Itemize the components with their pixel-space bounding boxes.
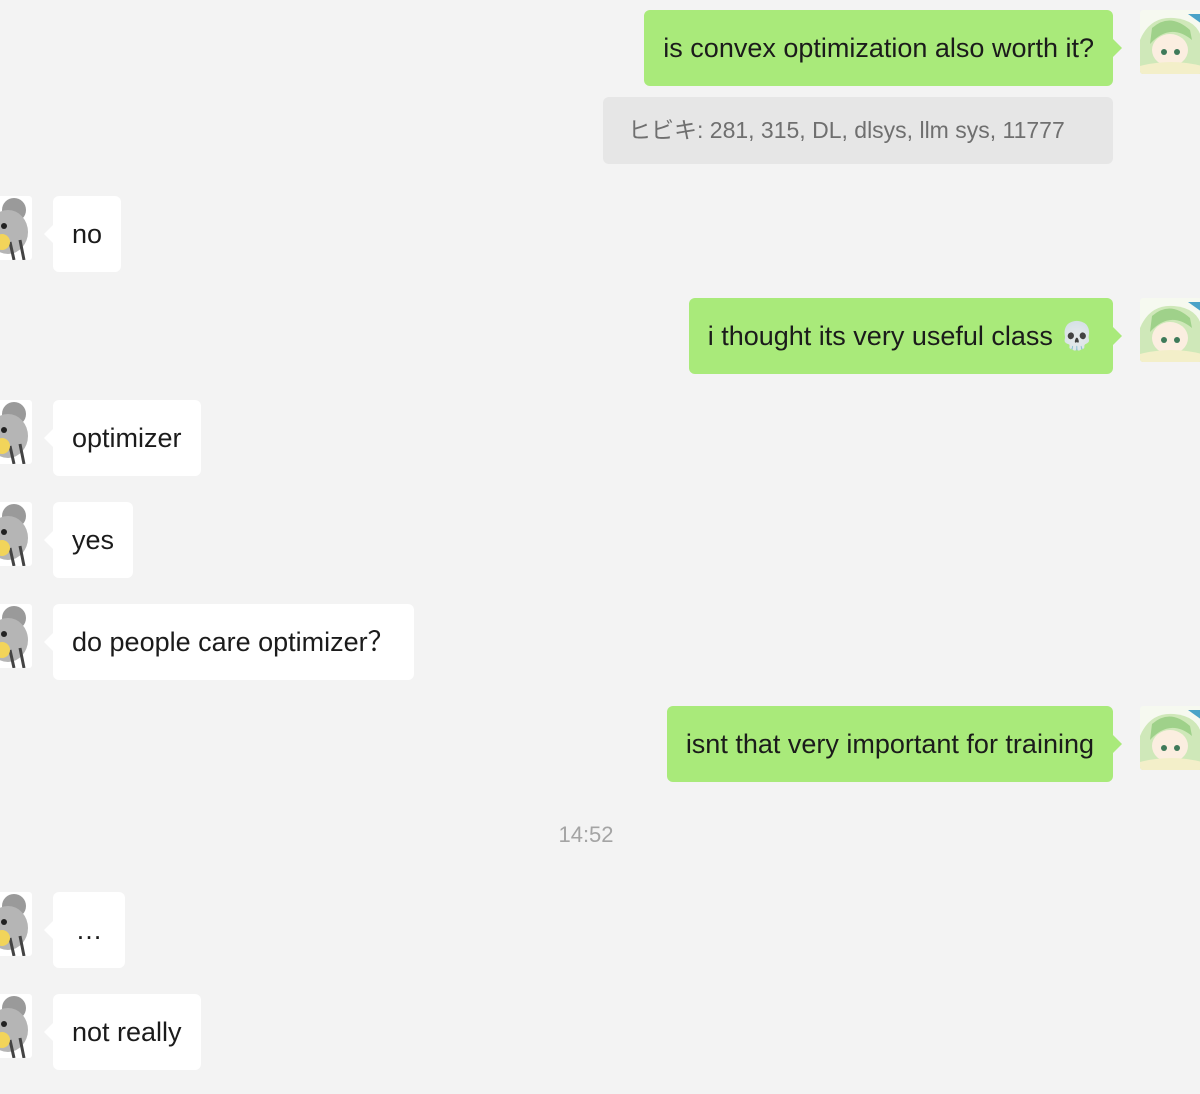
contact-avatar[interactable] xyxy=(0,400,32,464)
incoming-message[interactable]: yes xyxy=(43,502,134,578)
chat-message-list[interactable]: is convex optimization also worth it? ヒビ… xyxy=(0,0,1200,1094)
my-avatar[interactable] xyxy=(1140,706,1200,770)
outgoing-message[interactable]: is convex optimization also worth it? xyxy=(644,10,1122,86)
contact-avatar[interactable] xyxy=(0,994,32,1058)
outgoing-message[interactable]: isnt that very important for training xyxy=(666,706,1123,782)
incoming-message[interactable]: … xyxy=(44,892,125,968)
quoted-message[interactable]: ヒビキ: 281, 315, DL, dlsys, llm sys, 11777 xyxy=(603,97,1113,164)
outgoing-message[interactable]: i thought its very useful class 💀 xyxy=(688,298,1123,374)
incoming-message[interactable]: do people care optimizer？ xyxy=(44,604,414,680)
incoming-message[interactable]: not really xyxy=(44,994,201,1070)
incoming-message[interactable]: no xyxy=(43,196,122,272)
my-avatar[interactable] xyxy=(1140,298,1200,362)
contact-avatar[interactable] xyxy=(0,604,32,668)
contact-avatar[interactable] xyxy=(0,892,32,956)
timestamp: 14:52 xyxy=(558,822,614,847)
incoming-message[interactable]: optimizer xyxy=(44,400,201,476)
my-avatar[interactable] xyxy=(1140,10,1200,74)
contact-avatar[interactable] xyxy=(0,196,32,260)
contact-avatar[interactable] xyxy=(0,502,32,566)
